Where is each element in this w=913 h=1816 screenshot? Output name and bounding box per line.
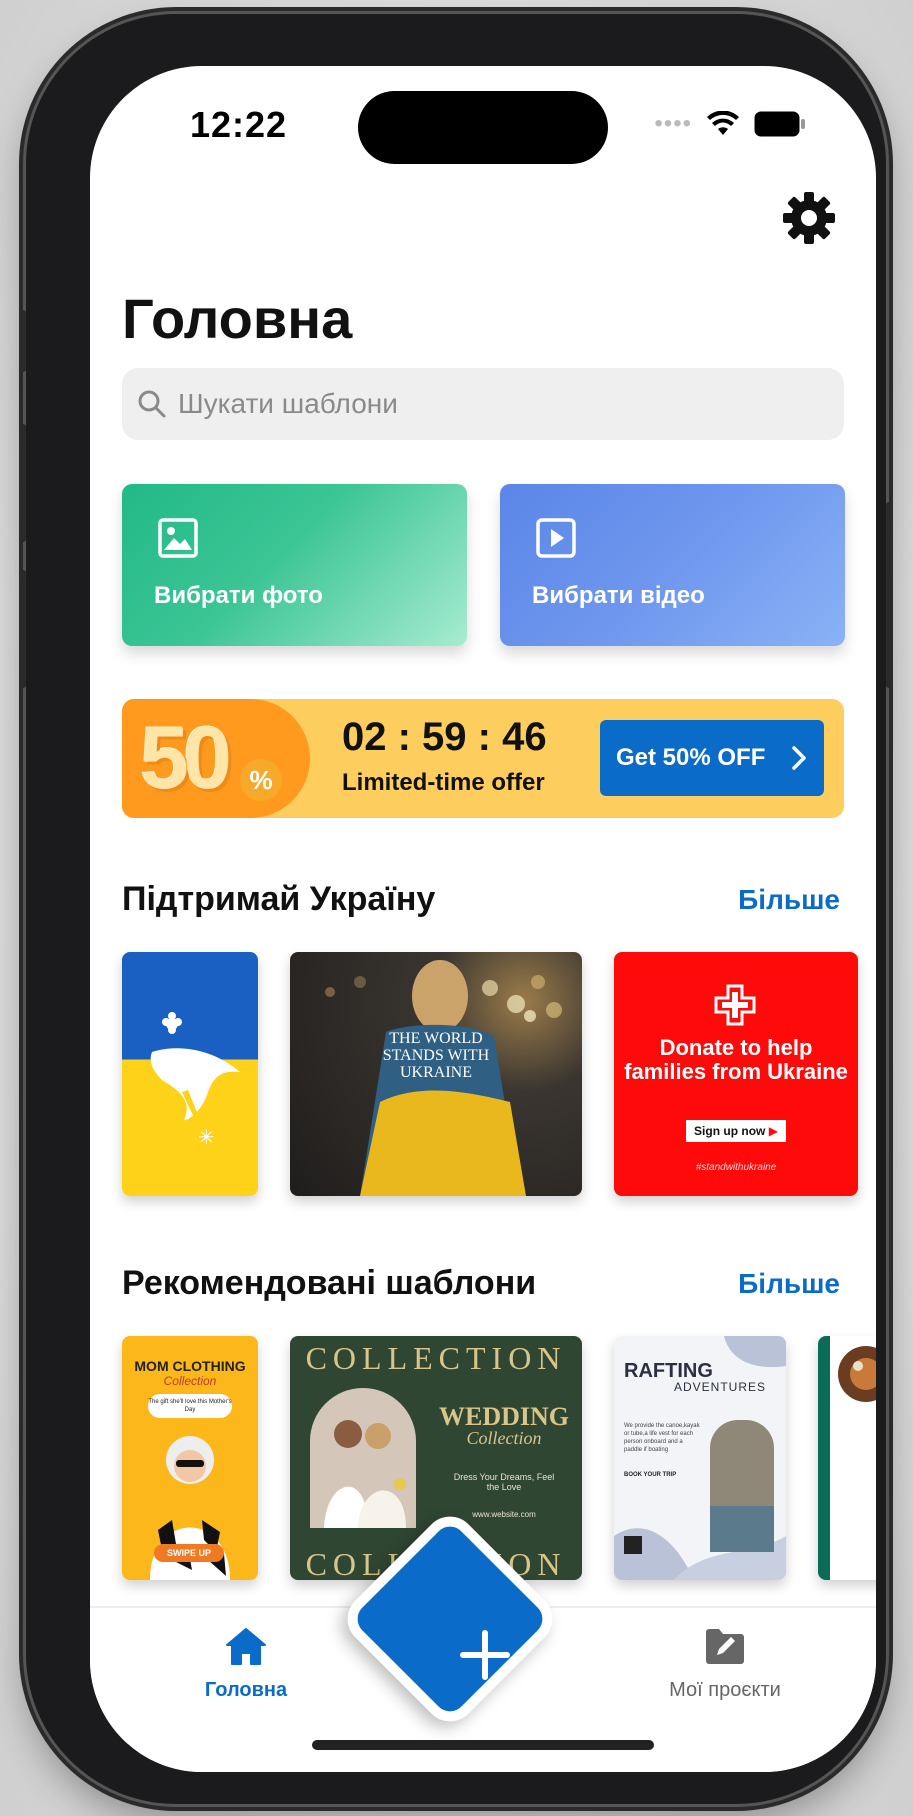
template-restaurant[interactable]: [818, 1336, 876, 1580]
medical-cross-icon: [714, 984, 756, 1026]
mom-sub: Collection: [163, 1374, 217, 1388]
section-title-recommended: Рекомендовані шаблони: [122, 1264, 537, 1302]
signal-icon: ••••: [654, 110, 692, 137]
power-button: [886, 502, 892, 688]
template-donate[interactable]: Donate to help families from Ukraine Sig…: [614, 952, 858, 1196]
status-icons: ••••: [654, 110, 806, 138]
svg-text:✳: ✳: [198, 1125, 215, 1149]
choose-video-label: Вибрати відео: [532, 582, 705, 609]
get-discount-label: Get 50% OFF: [616, 744, 766, 771]
tab-home[interactable]: Головна: [186, 1626, 306, 1702]
mom-title: MOM CLOTHING: [134, 1358, 246, 1374]
countdown-timer: 02 : 59 : 46: [342, 715, 547, 759]
volume-down-button: [20, 570, 26, 688]
food-plate-image: [838, 1346, 876, 1402]
offer-text: Limited-time offer: [342, 769, 545, 796]
choose-photo-button[interactable]: Вибрати фото: [122, 484, 467, 646]
wifi-icon: [707, 111, 739, 135]
more-link-recommended[interactable]: Більше: [738, 1268, 840, 1300]
tab-projects-label: Мої проєкти: [669, 1679, 781, 1701]
wedding-tagline: Dress Your Dreams, Feel the Love: [453, 1472, 555, 1492]
search-input[interactable]: Шукати шаблони: [122, 368, 844, 440]
choose-video-button[interactable]: Вибрати відео: [500, 484, 845, 646]
chevron-right-icon: [792, 746, 806, 770]
template-world-stands[interactable]: THE WORLD STANDS WITH UKRAINE: [290, 952, 582, 1196]
image-icon: [158, 518, 198, 558]
signup-badge: Sign up now ▶: [686, 1120, 786, 1142]
world-stands-text: THE WORLD STANDS WITH UKRAINE: [382, 1030, 490, 1081]
dynamic-island: [358, 91, 608, 164]
tab-my-projects[interactable]: Мої проєкти: [650, 1626, 800, 1702]
wedding-top-text: COLLECTION: [305, 1340, 567, 1376]
rafting-book: BOOK YOUR TRIP: [624, 1472, 677, 1478]
battery-icon: [754, 111, 805, 137]
search-placeholder: Шукати шаблони: [178, 388, 398, 419]
bride-photo: [310, 1388, 416, 1528]
signup-label: Sign up now: [694, 1124, 766, 1138]
home-icon: [226, 1628, 266, 1665]
promo-banner[interactable]: 50 % 02 : 59 : 46 Limited-time offer Get…: [122, 699, 844, 818]
hashtag-text: #standwithukraine: [695, 1162, 777, 1173]
tab-home-label: Головна: [204, 1679, 288, 1701]
dove-icon: ✳: [150, 1012, 240, 1149]
section-title-ukraine: Підтримай Україну: [122, 880, 436, 918]
percent-sticker: %: [240, 759, 282, 801]
template-mom-clothing[interactable]: MOM CLOTHING Collection The gift she'll …: [122, 1336, 258, 1580]
discount-number: 50: [140, 708, 232, 807]
plus-icon: [460, 1630, 510, 1680]
more-link-ukraine[interactable]: Більше: [738, 884, 840, 916]
mute-switch: [20, 310, 26, 372]
mom-note: The gift she'll love this Mother's Day: [148, 1394, 232, 1418]
video-icon: [536, 518, 576, 558]
template-rafting[interactable]: RAFTING ADVENTURES We provide the canoe,…: [614, 1336, 786, 1580]
home-indicator[interactable]: [312, 1740, 654, 1750]
swipe-up-badge: SWIPE UP: [154, 1544, 224, 1562]
page-title: Головна: [122, 287, 353, 350]
status-time: 12:22: [190, 104, 288, 145]
rafting-sub: ADVENTURES: [674, 1380, 767, 1394]
settings-gear-icon[interactable]: [782, 191, 836, 245]
choose-photo-label: Вибрати фото: [154, 582, 323, 609]
wedding-sub: Collection: [466, 1428, 542, 1448]
screen: 12:22 •••• Головна Шукати шаблони Вибрат…: [90, 66, 876, 1772]
play-icon: ▶: [768, 1124, 778, 1138]
volume-up-button: [20, 424, 26, 542]
edit-folder-icon: [706, 1629, 744, 1664]
template-dove[interactable]: ✳: [122, 952, 258, 1196]
get-discount-button[interactable]: Get 50% OFF: [600, 720, 824, 796]
rafting-body: We provide the canoe,kayak or tube,a lif…: [624, 1423, 700, 1453]
phone-frame: 12:22 •••• Головна Шукати шаблони Вибрат…: [20, 14, 892, 1804]
donate-text: Donate to help families from Ukraine: [624, 1035, 848, 1084]
search-icon: [138, 390, 166, 418]
discount-badge: 50 %: [122, 699, 310, 818]
